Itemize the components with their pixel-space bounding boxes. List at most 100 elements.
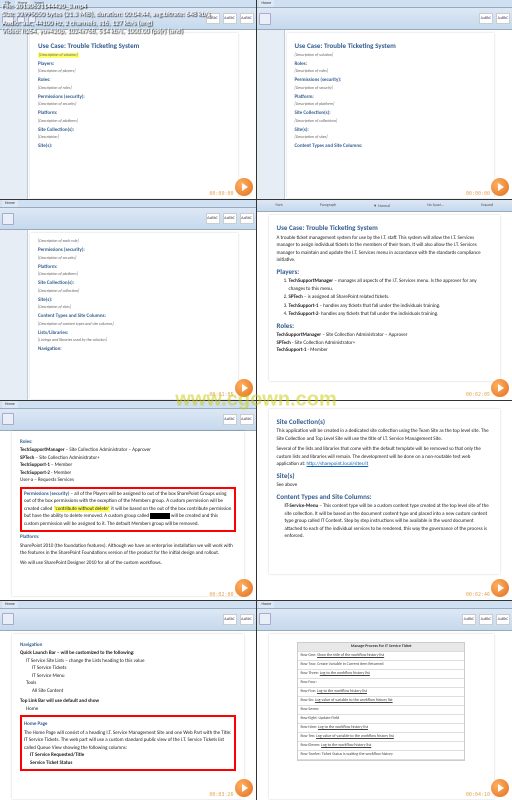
table-header: Manage Process For IT Service Ticket — [298, 643, 464, 652]
tab[interactable]: Home — [259, 601, 275, 608]
heading: Use Case: Trouble Ticketing System — [277, 223, 493, 234]
ribbon-labels: Font Paragraph ▼ Normal No Spaci... Expa… — [257, 200, 512, 212]
word-tabs: Home — [0, 200, 256, 208]
style-box[interactable]: AaBbC — [240, 13, 254, 24]
table-row: Row Seven: — [298, 706, 464, 715]
style-box[interactable]: AaBbC — [496, 614, 510, 625]
placeholder: [Description of solution] — [295, 53, 487, 59]
paste-button[interactable] — [2, 613, 14, 625]
nav-item: IT Service Site Lists – change the Lists… — [26, 658, 236, 666]
style-box[interactable]: AaBbC — [479, 13, 493, 24]
heading: Players: — [277, 267, 493, 278]
document[interactable]: Use Case: Trouble Ticketing System A tro… — [269, 215, 501, 380]
heading: Platform: — [38, 264, 230, 272]
paste-button[interactable] — [259, 13, 271, 25]
word-ribbon: AaBbC AaBbC — [0, 409, 256, 431]
style-box[interactable]: AaBbC — [223, 13, 237, 24]
role-line: TechSupportManager – Site Collection Adm… — [277, 332, 493, 340]
style-box[interactable]: AaBbC — [223, 213, 237, 224]
document[interactable]: Site Collection(s) This application will… — [269, 409, 501, 574]
document[interactable]: Use Case: Trouble Ticketing System [Desc… — [30, 33, 238, 198]
nav-pane[interactable] — [0, 30, 28, 199]
table-row: Row Twelve: Ticket Status is waiting the… — [298, 751, 464, 760]
style-box[interactable]: AaBbC — [462, 614, 476, 625]
style-box[interactable]: AaBbC — [240, 213, 254, 224]
style-box[interactable]: AaBbC — [223, 414, 237, 425]
play-icon[interactable] — [491, 379, 509, 397]
tab[interactable]: Home — [2, 200, 18, 207]
timestamp: 00:02:00 — [209, 592, 233, 598]
heading: Use Case: Trouble Ticketing System — [295, 41, 487, 52]
timestamp: 00:00:00 — [466, 191, 490, 197]
document[interactable]: Roles: TechSupportManager – Site Collect… — [12, 431, 244, 596]
ribbon-group[interactable]: No Spaci... — [427, 203, 444, 208]
play-icon[interactable] — [491, 178, 509, 196]
nav-pane[interactable] — [257, 30, 285, 199]
play-icon[interactable] — [235, 779, 253, 797]
thumb-8: Home AaBbC AaBbC AaBbC Manage Process Fo… — [257, 601, 512, 800]
tab[interactable]: Home — [2, 401, 18, 408]
players-list: TechSupportManager – manages all aspects… — [289, 278, 493, 319]
heading: Permissions (security): — [38, 94, 230, 102]
heading: Site(s) — [277, 471, 493, 482]
heading: Platform: — [295, 94, 487, 102]
style-box[interactable]: AaBbC — [206, 213, 220, 224]
body-text: SharePoint 2010 (the foundation features… — [20, 543, 236, 558]
ribbon-group[interactable]: Expand — [481, 203, 493, 208]
role-line: TechSupport-2 - Member — [20, 470, 236, 478]
style-box[interactable]: AaBbC — [223, 614, 237, 625]
word-tabs: Home — [257, 0, 512, 8]
role-line: SPTech – Site Collection Administrator+ — [20, 455, 236, 463]
list-item: TechSupportManager – manages all aspects… — [289, 278, 493, 293]
table-row: Row Two: Create Variable in Current Item… — [298, 661, 464, 670]
paste-button[interactable] — [2, 213, 14, 225]
paste-button[interactable] — [259, 613, 271, 625]
placeholder: [Description of sites] — [295, 135, 487, 141]
placeholder: [Description of platform] — [38, 119, 230, 125]
tab[interactable]: Home — [2, 601, 18, 608]
document[interactable]: Manage Process For IT Service Ticket Row… — [269, 634, 495, 799]
role-line: TechSupport-1 - Member — [277, 347, 493, 355]
heading: Content Types and Site Columns: — [38, 313, 230, 321]
heading: Roles: — [277, 321, 493, 332]
play-icon[interactable] — [491, 579, 509, 597]
play-icon[interactable] — [235, 579, 253, 597]
tab[interactable]: Home — [259, 0, 275, 7]
table-row: Row Four: — [298, 679, 464, 688]
play-icon[interactable] — [491, 779, 509, 797]
heading: Site Collection(s) — [277, 417, 493, 428]
body-text: This application will be created in a de… — [277, 428, 493, 443]
heading: Site Collection(s): — [38, 127, 230, 135]
style-box[interactable]: AaBbC — [240, 414, 254, 425]
document[interactable]: [Description of each role] Permissions (… — [30, 233, 238, 398]
thumb-6: Site Collection(s) This application will… — [257, 401, 512, 600]
thumb-3: Home AaBbC AaBbC AaBbC [Description of e… — [0, 200, 256, 399]
heading: Permissions (security): — [295, 77, 487, 85]
document[interactable]: Use Case: Trouble Ticketing System [Desc… — [287, 33, 495, 198]
word-ribbon: AaBbC AaBbC — [257, 8, 512, 30]
heading: Home Page — [24, 721, 232, 729]
highlighted-text: [Description of solution] — [38, 53, 79, 58]
heading: Permissions (security): — [38, 247, 230, 255]
table-row: Row Nine: Log to the workflow history li… — [298, 724, 464, 733]
document[interactable]: Navigation Quick Launch Bar – will be cu… — [12, 634, 244, 799]
nav-pane[interactable] — [0, 230, 28, 399]
col-name: IT Service Requested/Title — [30, 752, 232, 760]
placeholder: [Description of security] — [38, 256, 230, 262]
style-box[interactable]: AaBbC — [240, 614, 254, 625]
url-link[interactable]: http://sharepoint.local/sites/it — [307, 461, 369, 467]
paste-button[interactable] — [2, 413, 14, 425]
heading: Platform: — [20, 534, 236, 542]
table-row: Row Three: Log to the workflow history l… — [298, 670, 464, 679]
play-icon[interactable] — [235, 178, 253, 196]
play-icon[interactable] — [235, 379, 253, 397]
heading: Content Types and Site Columns: — [295, 143, 487, 151]
style-box[interactable]: AaBbC — [479, 614, 493, 625]
ribbon-group[interactable]: ▼ Normal — [373, 203, 390, 209]
heading: Site(s): — [38, 143, 230, 151]
placeholder: [Description of roles] — [38, 86, 230, 92]
placeholder: [Description of platform] — [38, 272, 230, 278]
placeholder: [Description of collection] — [38, 289, 230, 295]
heading: Roles: — [20, 439, 236, 447]
style-box[interactable]: AaBbC — [496, 13, 510, 24]
